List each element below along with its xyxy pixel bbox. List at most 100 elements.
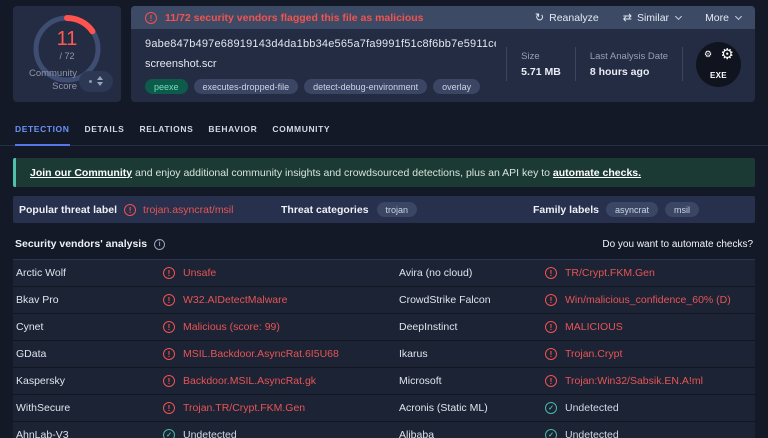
gear-icon: ⚙ [704,49,712,60]
vendor-name: GData [13,348,163,360]
header-section: 11 / 72 Community Score ! 11/72 security… [0,0,768,102]
vendor-name: Avira (no cloud) [399,267,545,279]
vendor-name: WithSecure [13,402,163,414]
table-row: Arctic Wolf !Unsafe Avira (no cloud) !TR… [13,260,755,287]
warning-icon: ! [145,12,157,24]
reanalyze-button[interactable]: ↻ Reanalyze [535,11,599,24]
threat-categories-label: Threat categories [281,204,369,216]
tab-community[interactable]: COMMUNITY [272,115,330,145]
file-size: 5.71 MB [521,66,561,78]
detection-result: Backdoor.MSIL.AsyncRat.gk [183,375,316,387]
tag-executes-dropped-file[interactable]: executes-dropped-file [194,79,299,94]
check-icon: ✓ [545,402,557,414]
threat-category-trojan[interactable]: trojan [377,202,418,217]
family-label-asyncrat[interactable]: asyncrat [606,202,658,217]
tag-peexe[interactable]: peexe [145,79,188,94]
exe-badge-label: EXE [696,71,741,80]
last-analysis-label: Last Analysis Date [590,51,668,62]
chevron-down-icon [675,12,682,19]
community-vote-widget[interactable] [79,71,113,92]
alert-icon: ! [545,267,557,279]
vendor-name: Cynet [13,321,163,333]
vendor-name: DeepInstinct [399,321,545,333]
last-analysis-date: 8 hours ago [590,66,668,78]
vendor-name: Microsoft [399,375,545,387]
vendor-name: CrowdStrike Falcon [399,294,545,306]
vendor-name: Bkav Pro [13,294,163,306]
alert-icon: ! [163,321,175,333]
detection-result: MSIL.Backdoor.AsyncRat.6I5U68 [183,348,339,360]
alert-icon: ! [163,402,175,414]
join-community-link[interactable]: Join our Community [30,167,132,179]
more-button[interactable]: More [705,12,741,24]
divider [682,47,683,81]
table-row: GData ! MSIL.Backdoor.AsyncRat.6I5U68 Ika… [13,341,755,368]
vote-down-icon[interactable] [97,82,103,86]
file-name: screenshot.scr [145,58,496,70]
popular-threat-label: Popular threat label [19,204,117,216]
alert-icon: ! [163,375,175,387]
vendors-table: Arctic Wolf ! Unsafe Avira (no cloud) ! TR… [13,259,755,438]
report-tabs: DETECTION DETAILS RELATIONS BEHAVIOR COM… [0,115,768,146]
automate-checks-question-link[interactable]: Do you want to automate checks? [602,239,753,250]
file-tags: peexe executes-dropped-file detect-debug… [145,79,496,94]
tag-overlay[interactable]: overlay [433,79,480,94]
detection-result: W32.AIDetectMalware [183,294,287,306]
alert-icon: ! [545,375,557,387]
community-score-label: Community Score [21,68,77,94]
threat-label-value[interactable]: trojan.asyncrat/msil [143,204,233,216]
alert-icon: ! [163,348,175,360]
file-type-exe-badge: ⚙ ⚙ EXE [696,42,741,87]
vote-dot-icon [89,80,92,83]
info-icon[interactable]: i [154,239,165,250]
tab-relations[interactable]: RELATIONS [139,115,193,145]
check-icon: ✓ [163,429,175,438]
detection-result: Undetected [565,429,619,438]
warning-icon: ! [124,204,136,216]
reanalyze-icon: ↻ [535,11,544,24]
threat-label-bar: Popular threat label ! trojan.asyncrat/m… [13,196,755,223]
positives-count: 11 [29,28,105,51]
community-score-card: 11 / 72 Community Score [13,6,121,102]
chevron-down-icon [735,12,742,19]
vendor-name: Ikarus [399,348,545,360]
vote-up-icon[interactable] [97,76,103,80]
tab-behavior[interactable]: BEHAVIOR [208,115,257,145]
table-row: WithSecure ! Trojan.TR/Crypt.FKM.Gen Acro… [13,395,755,422]
alert-icon: ! [163,294,175,306]
detection-result: Malicious (score: 99) [183,321,280,333]
table-row: Cynet ! Malicious (score: 99) DeepInstinc… [13,314,755,341]
banner-text: and enjoy additional community insights … [132,167,553,179]
vendor-name: AhnLab-V3 [13,429,163,438]
similar-button[interactable]: ⇄ Similar [623,11,681,24]
detection-alert-bar: ! 11/72 security vendors flagged this fi… [131,6,755,29]
detection-result: Unsafe [183,267,216,279]
vendor-name: Acronis (Static ML) [399,402,545,414]
detection-result: TR/Crypt.FKM.Gen [565,267,655,279]
vendors-analysis-title: Security vendors' analysis [15,238,147,250]
vendor-name: Arctic Wolf [13,267,163,279]
tab-details[interactable]: DETAILS [85,115,125,145]
vendor-name: Kaspersky [13,375,163,387]
family-label-msil[interactable]: msil [665,202,699,217]
detection-result: Trojan:Win32/Sabsik.EN.A!ml [565,375,703,387]
alert-icon: ! [545,321,557,333]
tag-detect-debug-environment[interactable]: detect-debug-environment [304,79,427,94]
detection-result: Undetected [183,429,237,438]
vote-arrows-icon[interactable] [97,76,103,86]
detection-result: Undetected [565,402,619,414]
total-engines: / 72 [29,51,105,61]
alert-icon: ! [545,348,557,360]
similar-icon: ⇄ [623,11,632,24]
vendors-section-header: Security vendors' analysis i Do you want… [13,231,755,256]
table-row: Bkav Pro ! W32.AIDetectMalware CrowdStrik… [13,287,755,314]
alert-message: 11/72 security vendors flagged this file… [165,12,424,24]
gear-icon: ⚙ [721,45,734,63]
automate-checks-link[interactable]: automate checks. [553,167,641,179]
detection-result: Win/malicious_confidence_60% (D) [565,294,731,306]
tab-detection[interactable]: DETECTION [15,115,70,146]
detection-result: MALICIOUS [565,321,623,333]
detection-result: Trojan.TR/Crypt.FKM.Gen [183,402,305,414]
vendor-name: Alibaba [399,429,545,438]
detection-result: Trojan.Crypt [565,348,622,360]
